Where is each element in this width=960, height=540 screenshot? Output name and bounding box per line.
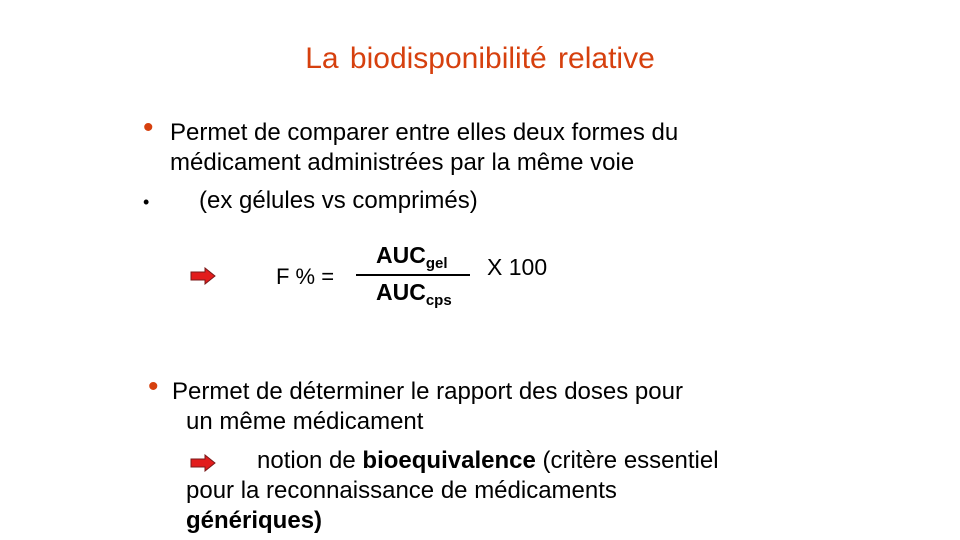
bullet-dot-icon: • — [143, 111, 154, 144]
slide-title: La biodisponibilité relative — [305, 42, 655, 75]
formula-multiplier: X 100 — [487, 254, 548, 280]
bullet1-line2: médicament administrées par la même voie — [170, 149, 635, 176]
bullet-dot-icon: • — [143, 192, 150, 212]
slide: La biodisponibilité relative • Permet de… — [0, 0, 960, 540]
bullet1-line1: Permet de comparer entre elles deux form… — [170, 119, 679, 146]
bioequivalence-prefix: notion de — [257, 447, 363, 474]
bullet2-text: (ex gélules vs comprimés) — [199, 187, 478, 214]
bullet3-line5: génériques) — [186, 506, 322, 536]
right-arrow-icon — [190, 267, 216, 285]
bullet3-line3: notion de bioequivalence (critère essent… — [257, 446, 719, 476]
bioequivalence-term: bioequivalence — [362, 447, 536, 474]
formula-numerator: AUCgel — [376, 242, 448, 272]
bullet3-line4: pour la reconnaissance de médicaments — [186, 477, 617, 504]
formula-lhs: F % = — [276, 264, 335, 289]
formula-numerator-main: AUC — [376, 242, 426, 268]
formula-denominator: AUCcps — [376, 279, 452, 309]
formula-denominator-sub: cps — [425, 292, 452, 309]
bioequivalence-suffix: (critère essentiel — [535, 447, 719, 474]
generiques-term: génériques) — [186, 507, 323, 534]
right-arrow-icon — [190, 454, 216, 472]
bullet3-line2: un même médicament — [186, 408, 424, 435]
fraction-line — [356, 274, 470, 276]
bullet3-line1: Permet de déterminer le rapport des dose… — [172, 378, 683, 405]
formula-denominator-main: AUC — [376, 279, 426, 305]
bullet-dot-icon: • — [148, 370, 159, 403]
formula-numerator-sub: gel — [425, 255, 448, 272]
